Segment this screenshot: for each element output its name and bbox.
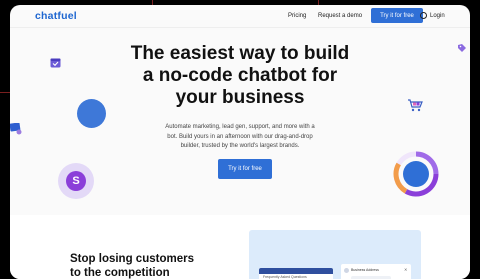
mockup-address-title: Business Address (351, 268, 379, 272)
header: chatfuel Pricing Request a demo Try it f… (10, 5, 470, 27)
hero-title-line: The easiest way to build (130, 43, 350, 64)
logo[interactable]: chatfuel (35, 10, 77, 22)
mockup-faq-label: Frequently Asked Questions (263, 275, 307, 279)
login-label: Login (430, 12, 445, 19)
nav-request-demo[interactable]: Request a demo (318, 13, 362, 19)
section-title: Stop losing customers to the competition (70, 253, 230, 279)
shopify-icon: S (66, 171, 86, 191)
section-title-line: to the competition (70, 266, 170, 279)
hero-title: The easiest way to build a no-code chatb… (110, 43, 370, 109)
header-divider (10, 27, 470, 28)
header-try-free-button[interactable]: Try it for free (371, 8, 423, 23)
section-title-line: Stop losing customers (70, 253, 194, 265)
guide-line (0, 92, 10, 93)
cart-icon (408, 99, 423, 112)
hero-try-free-button[interactable]: Try it for free (218, 159, 272, 179)
hero-subtitle-line: bot. Build yours in an afternoon with ou… (167, 133, 313, 140)
tag-icon (458, 44, 466, 52)
mockup-faq-card: Frequently Asked Questions (259, 268, 333, 279)
mockup-address-card: Business Address ✕ (341, 264, 411, 279)
browser-page: chatfuel Pricing Request a demo Try it f… (10, 5, 470, 279)
product-mockup: Frequently Asked Questions Business Addr… (249, 230, 421, 279)
user-icon (420, 12, 427, 19)
calendar-icon (50, 58, 61, 68)
mockup-card-header (259, 268, 333, 274)
progress-ring (393, 151, 439, 197)
credit-card-icon (10, 123, 22, 135)
blue-circle-decoration (77, 99, 106, 128)
hero-title-line: your business (175, 87, 305, 108)
hero-title-line: a no-code chatbot for (142, 65, 338, 86)
avatar (344, 268, 349, 273)
nav-pricing[interactable]: Pricing (288, 13, 306, 19)
hero-subtitle: Automate marketing, lead gen, support, a… (140, 123, 340, 152)
close-icon: ✕ (404, 267, 408, 272)
login-link[interactable]: Login (420, 12, 445, 19)
hero-subtitle-line: Automate marketing, lead gen, support, a… (165, 124, 315, 130)
hero-subtitle-line: builder, trusted by the world's largest … (180, 143, 300, 149)
